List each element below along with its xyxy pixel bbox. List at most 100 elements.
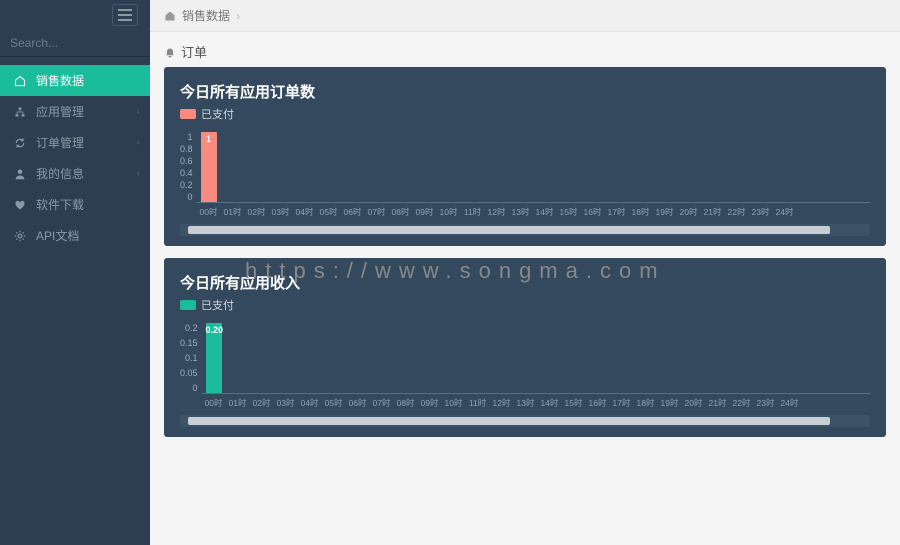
x-tick: 15时 bbox=[562, 397, 586, 409]
chart-orders: 1 0.8 0.6 0.4 0.2 0 1 00时01时02时03时04时05时… bbox=[180, 132, 870, 222]
x-tick: 09时 bbox=[413, 206, 437, 218]
x-axis: 00时01时02时03时04时05时06时07时08时09时10时11时12时1… bbox=[202, 397, 870, 409]
y-axis: 1 0.8 0.6 0.4 0.2 0 bbox=[180, 132, 197, 202]
x-tick: 07时 bbox=[370, 397, 394, 409]
user-icon bbox=[12, 167, 28, 181]
sitemap-icon bbox=[12, 105, 28, 119]
scrollbar-thumb[interactable] bbox=[188, 226, 830, 234]
x-tick: 14时 bbox=[538, 397, 562, 409]
sidebar-item-label: 我的信息 bbox=[36, 165, 84, 182]
plot-area[interactable]: 1 00时01时02时03时04时05时06时07时08时09时10时11时12… bbox=[197, 132, 870, 222]
sidebar-item-label: 销售数据 bbox=[36, 72, 84, 89]
chevron-left-icon: ‹ bbox=[137, 137, 140, 148]
x-tick: 08时 bbox=[394, 397, 418, 409]
x-tick: 02时 bbox=[250, 397, 274, 409]
sidebar-item-order-manage[interactable]: 订单管理 ‹ bbox=[0, 127, 150, 158]
x-tick: 09时 bbox=[418, 397, 442, 409]
bar-value-label: 0.20 bbox=[206, 325, 222, 335]
sidebar-item-my-info[interactable]: 我的信息 ‹ bbox=[0, 158, 150, 189]
x-tick: 07时 bbox=[365, 206, 389, 218]
x-tick: 00时 bbox=[202, 397, 226, 409]
x-tick: 04时 bbox=[293, 206, 317, 218]
x-tick: 10时 bbox=[442, 397, 466, 409]
sidebar-item-download[interactable]: 软件下载 bbox=[0, 189, 150, 220]
menu-toggle-button[interactable] bbox=[112, 4, 138, 26]
panel-title: 今日所有应用收入 bbox=[180, 272, 870, 293]
sidebar-item-label: 订单管理 bbox=[36, 134, 84, 151]
bell-icon bbox=[164, 44, 176, 59]
y-axis: 0.2 0.15 0.1 0.05 0 bbox=[180, 323, 202, 393]
x-tick: 18时 bbox=[629, 206, 653, 218]
legend-label: 已支付 bbox=[201, 106, 234, 122]
x-tick: 17时 bbox=[605, 206, 629, 218]
x-tick: 12时 bbox=[485, 206, 509, 218]
bar-00[interactable]: 1 bbox=[201, 132, 217, 202]
x-tick: 24时 bbox=[773, 206, 797, 218]
x-tick: 00时 bbox=[197, 206, 221, 218]
x-tick: 08时 bbox=[389, 206, 413, 218]
sidebar: 销售数据 应用管理 ‹ 订单管理 ‹ 我的信息 ‹ 软件下载 bbox=[0, 0, 150, 545]
chart-revenue: 0.2 0.15 0.1 0.05 0 0.20 00时01时02时03时04时… bbox=[180, 323, 870, 413]
panel-revenue: 今日所有应用收入 已支付 0.2 0.15 0.1 0.05 0 bbox=[164, 258, 886, 437]
x-tick: 06时 bbox=[346, 397, 370, 409]
sidebar-item-sales-data[interactable]: 销售数据 bbox=[0, 65, 150, 96]
search-input[interactable] bbox=[10, 36, 165, 50]
chart-scrollbar[interactable] bbox=[180, 415, 870, 427]
legend-label: 已支付 bbox=[201, 297, 234, 313]
bar-00[interactable]: 0.20 bbox=[206, 323, 222, 393]
sidebar-item-label: 应用管理 bbox=[36, 103, 84, 120]
section-title-text: 订单 bbox=[181, 42, 207, 61]
main-content: 销售数据 › 订单 今日所有应用订单数 已支付 1 0.8 0.6 bbox=[150, 0, 900, 545]
sidebar-item-app-manage[interactable]: 应用管理 ‹ bbox=[0, 96, 150, 127]
x-tick: 23时 bbox=[749, 206, 773, 218]
breadcrumb-sep: › bbox=[236, 9, 240, 23]
x-tick: 05时 bbox=[322, 397, 346, 409]
x-tick: 19时 bbox=[658, 397, 682, 409]
home-icon bbox=[12, 74, 28, 88]
x-tick: 11时 bbox=[466, 397, 490, 409]
sidebar-nav: 销售数据 应用管理 ‹ 订单管理 ‹ 我的信息 ‹ 软件下载 bbox=[0, 65, 150, 251]
scrollbar-thumb[interactable] bbox=[188, 417, 830, 425]
x-tick: 21时 bbox=[701, 206, 725, 218]
x-tick: 06时 bbox=[341, 206, 365, 218]
panel-title: 今日所有应用订单数 bbox=[180, 81, 870, 102]
x-tick: 18时 bbox=[634, 397, 658, 409]
breadcrumb: 销售数据 › bbox=[150, 0, 900, 32]
sidebar-item-label: API文档 bbox=[36, 227, 79, 244]
x-tick: 23时 bbox=[754, 397, 778, 409]
sidebar-item-api-docs[interactable]: API文档 bbox=[0, 220, 150, 251]
x-tick: 12时 bbox=[490, 397, 514, 409]
legend-swatch bbox=[180, 300, 196, 310]
x-tick: 04时 bbox=[298, 397, 322, 409]
legend-swatch bbox=[180, 109, 196, 119]
chevron-left-icon: ‹ bbox=[137, 168, 140, 179]
sidebar-item-label: 软件下载 bbox=[36, 196, 84, 213]
x-axis: 00时01时02时03时04时05时06时07时08时09时10时11时12时1… bbox=[197, 206, 870, 218]
x-tick: 03时 bbox=[269, 206, 293, 218]
gear-icon bbox=[12, 229, 28, 243]
home-icon bbox=[164, 9, 176, 23]
x-tick: 02时 bbox=[245, 206, 269, 218]
x-tick: 20时 bbox=[682, 397, 706, 409]
x-tick: 17时 bbox=[610, 397, 634, 409]
plot-area[interactable]: 0.20 00时01时02时03时04时05时06时07时08时09时10时11… bbox=[202, 323, 870, 413]
x-tick: 16时 bbox=[581, 206, 605, 218]
x-tick: 22时 bbox=[730, 397, 754, 409]
x-tick: 24时 bbox=[778, 397, 802, 409]
heart-icon bbox=[12, 198, 28, 212]
x-tick: 01时 bbox=[221, 206, 245, 218]
chevron-left-icon: ‹ bbox=[137, 106, 140, 117]
panel-orders: 今日所有应用订单数 已支付 1 0.8 0.6 0.4 0.2 0 bbox=[164, 67, 886, 246]
x-tick: 21时 bbox=[706, 397, 730, 409]
x-tick: 19时 bbox=[653, 206, 677, 218]
chart-scrollbar[interactable] bbox=[180, 224, 870, 236]
x-tick: 22时 bbox=[725, 206, 749, 218]
x-tick: 03时 bbox=[274, 397, 298, 409]
breadcrumb-root[interactable]: 销售数据 bbox=[182, 7, 230, 24]
x-tick: 14时 bbox=[533, 206, 557, 218]
refresh-icon bbox=[12, 136, 28, 150]
section-header: 订单 bbox=[150, 32, 900, 67]
x-tick: 16时 bbox=[586, 397, 610, 409]
x-tick: 13时 bbox=[514, 397, 538, 409]
bar-value-label: 1 bbox=[201, 134, 217, 144]
